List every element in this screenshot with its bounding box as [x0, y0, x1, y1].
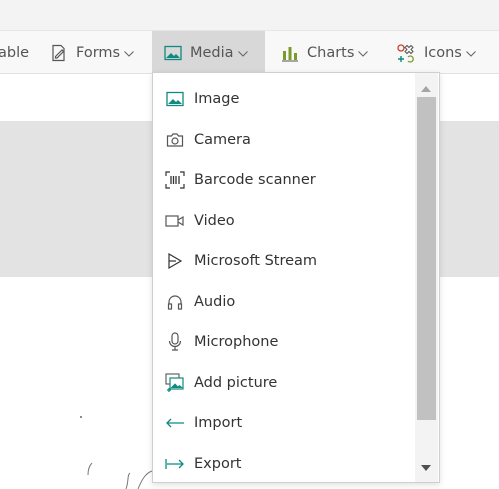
- ribbon-forms-button[interactable]: Forms: [50, 31, 134, 74]
- menu-scrollbar[interactable]: [415, 73, 438, 482]
- stream-icon: [165, 251, 185, 271]
- ribbon-media-button[interactable]: Media: [152, 31, 265, 74]
- ribbon-table-button[interactable]: able: [0, 31, 29, 74]
- menu-item-add-picture[interactable]: Add picture: [153, 363, 413, 403]
- menu-item-export[interactable]: Export: [153, 444, 413, 484]
- menu-item-microsoft-stream[interactable]: Microsoft Stream: [153, 241, 413, 281]
- canvas-dot: [80, 416, 82, 418]
- shapes-icon: [396, 43, 416, 63]
- menu-item-label: Video: [194, 213, 235, 229]
- scroll-down-arrow-icon[interactable]: [420, 462, 432, 474]
- image-icon: [165, 89, 185, 109]
- menu-item-audio[interactable]: Audio: [153, 282, 413, 322]
- chevron-down-icon: [237, 50, 248, 57]
- menu-item-image[interactable]: Image: [153, 79, 413, 119]
- chevron-down-icon: [124, 50, 134, 57]
- ribbon-media-label: Media: [190, 44, 234, 61]
- menu-item-label: Import: [194, 415, 243, 431]
- ribbon-icons-button[interactable]: Icons: [396, 31, 476, 74]
- image-icon: [164, 45, 182, 61]
- menu-item-barcode-scanner[interactable]: Barcode scanner: [153, 160, 413, 200]
- menu-item-label: Microsoft Stream: [194, 253, 318, 269]
- bar-chart-icon: [281, 44, 299, 62]
- menu-item-camera[interactable]: Camera: [153, 120, 413, 160]
- headphones-icon: [165, 292, 185, 312]
- ribbon-charts-label: Charts: [307, 44, 355, 61]
- ribbon-table-label: able: [0, 44, 30, 61]
- scroll-up-arrow-icon[interactable]: [420, 83, 432, 95]
- menu-item-label: Add picture: [194, 375, 278, 391]
- export-icon: [165, 454, 185, 474]
- ribbon-forms-label: Forms: [76, 44, 121, 61]
- video-icon: [165, 211, 185, 231]
- menu-item-label: Camera: [194, 132, 251, 148]
- menu-item-microphone[interactable]: Microphone: [153, 322, 413, 362]
- media-dropdown-menu: Image Camera Barcode scanner Video Micro…: [152, 72, 440, 483]
- import-icon: [165, 413, 185, 433]
- scrollbar-thumb[interactable]: [417, 97, 436, 420]
- forms-icon: [50, 44, 68, 62]
- menu-item-import[interactable]: Import: [153, 403, 413, 443]
- menu-item-label: Image: [194, 91, 240, 107]
- menu-item-video[interactable]: Video: [153, 201, 413, 241]
- insert-ribbon: able Forms Media Charts Icons: [0, 30, 499, 74]
- menu-item-label: Export: [194, 456, 242, 472]
- chevron-down-icon: [465, 50, 476, 57]
- camera-icon: [165, 130, 185, 150]
- ribbon-charts-button[interactable]: Charts: [281, 31, 369, 74]
- menu-item-label: Audio: [194, 294, 236, 310]
- barcode-icon: [165, 170, 185, 190]
- add-picture-icon: [165, 373, 185, 393]
- microphone-icon: [165, 332, 185, 352]
- ribbon-icons-label: Icons: [424, 44, 462, 61]
- window-top-strip: [0, 0, 499, 30]
- menu-item-label: Microphone: [194, 334, 279, 350]
- chevron-down-icon: [358, 50, 369, 57]
- menu-item-label: Barcode scanner: [194, 172, 316, 188]
